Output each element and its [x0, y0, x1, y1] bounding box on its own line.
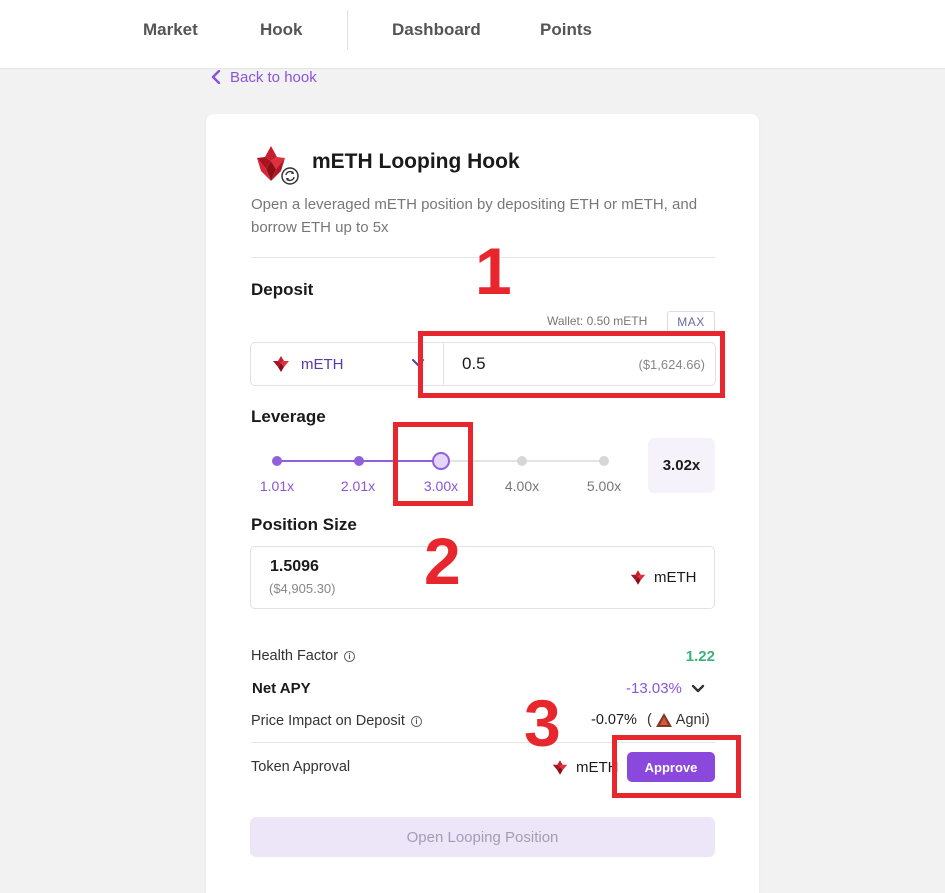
info-icon[interactable]: i	[344, 650, 356, 662]
hook-description: Open a leveraged mETH position by deposi…	[251, 196, 698, 236]
approval-token: mETH	[551, 759, 619, 776]
nav-divider	[347, 10, 348, 50]
chevron-left-icon	[211, 70, 221, 84]
price-impact-value-group: -0.07% ( Agni)	[591, 712, 710, 728]
nav-dashboard[interactable]: Dashboard	[392, 20, 481, 40]
position-token-name: mETH	[654, 569, 697, 586]
leverage-stop-4[interactable]	[517, 456, 527, 466]
deposit-token-select[interactable]: mETH	[250, 342, 444, 386]
health-factor-label: Health Factor i	[251, 648, 356, 664]
max-button[interactable]: MAX	[667, 311, 715, 333]
leverage-tick-2[interactable]: 2.01x	[328, 478, 388, 494]
leverage-stop-5[interactable]	[599, 456, 609, 466]
position-size-label: Position Size	[251, 515, 357, 534]
position-size-value: 1.5096	[270, 558, 319, 575]
position-size-usd: ($4,905.30)	[269, 581, 336, 596]
leverage-stop-2[interactable]	[354, 456, 364, 466]
leverage-stop-1[interactable]	[272, 456, 282, 466]
price-impact-text: Price Impact on Deposit	[251, 713, 405, 729]
wallet-balance: Wallet: 0.50 mETH	[547, 314, 648, 328]
leverage-tick-5[interactable]: 5.00x	[574, 478, 634, 494]
chevron-down-icon	[691, 684, 705, 692]
annotation-box-2	[393, 422, 473, 506]
annotation-number-2: 2	[424, 524, 461, 598]
meth-token-icon	[630, 570, 646, 585]
net-apy-value: -13.03%	[626, 680, 682, 697]
nav-points[interactable]: Points	[540, 20, 592, 40]
annotation-box-3	[612, 735, 741, 798]
deposit-label: Deposit	[251, 280, 314, 299]
meth-logo-icon	[254, 143, 300, 185]
health-factor-text: Health Factor	[251, 648, 339, 664]
price-impact-label: Price Impact on Deposit i	[251, 713, 422, 729]
position-token: mETH	[629, 569, 697, 586]
leverage-value: 3.02x	[648, 438, 715, 493]
agni-label: Agni	[675, 712, 705, 728]
info-icon[interactable]: i	[410, 715, 422, 727]
top-navigation: Market Hook Dashboard Points	[0, 0, 945, 69]
agni-logo-icon	[655, 713, 672, 727]
nav-market[interactable]: Market	[143, 20, 198, 40]
price-impact-source: ( Agni)	[646, 712, 710, 728]
nav-hook[interactable]: Hook	[260, 20, 303, 40]
health-factor-value: 1.22	[685, 648, 715, 665]
back-to-hook-link[interactable]: Back to hook	[211, 67, 317, 87]
meth-token-icon	[273, 356, 289, 372]
deposit-token-name: mETH	[301, 355, 344, 373]
open-looping-position-button[interactable]: Open Looping Position	[250, 817, 715, 857]
meth-token-icon	[552, 760, 568, 775]
net-apy-label: Net APY	[252, 680, 311, 697]
annotation-box-1	[418, 331, 725, 398]
leverage-label: Leverage	[251, 407, 326, 426]
price-impact-value: -0.07%	[591, 712, 637, 728]
leverage-tick-4[interactable]: 4.00x	[492, 478, 552, 494]
hook-title: mETH Looping Hook	[312, 150, 520, 173]
net-apy-toggle[interactable]: -13.03%	[626, 680, 705, 697]
back-link-label: Back to hook	[230, 68, 317, 86]
leverage-tick-1[interactable]: 1.01x	[247, 478, 307, 494]
annotation-number-1: 1	[475, 234, 512, 308]
token-approval-label: Token Approval	[251, 759, 351, 775]
annotation-number-3: 3	[524, 686, 561, 760]
